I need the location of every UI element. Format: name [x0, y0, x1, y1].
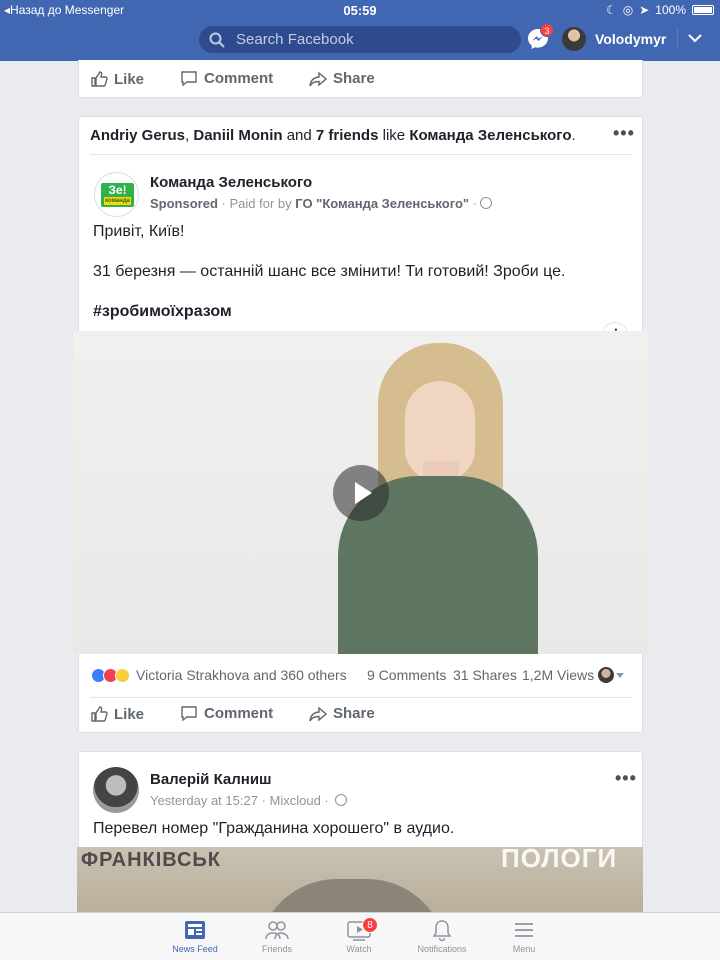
- friends-icon: [242, 919, 312, 941]
- social-context-text: .: [571, 127, 576, 144]
- play-icon[interactable]: [333, 465, 389, 521]
- action-row: Like Comment Share: [79, 697, 642, 733]
- messenger-badge: 3: [540, 23, 554, 37]
- bell-icon: [407, 919, 477, 942]
- avatar[interactable]: [93, 767, 139, 813]
- more-options-icon[interactable]: •••: [613, 123, 635, 144]
- tab-news-feed[interactable]: News Feed: [160, 919, 230, 954]
- comment-button[interactable]: Comment: [180, 705, 273, 722]
- friends-link[interactable]: 7 friends: [316, 127, 379, 144]
- logo-subtext: команда: [104, 197, 131, 205]
- tab-label: Watch: [346, 944, 372, 954]
- post-text-line: 31 березня — останній шанс все змінити! …: [93, 263, 566, 280]
- thumbs-up-icon: [91, 71, 108, 87]
- post-meta: Yesterday at 15:27 · Mixcloud ·: [150, 793, 348, 808]
- social-context-text: and: [286, 127, 312, 144]
- watch-icon: [324, 919, 394, 941]
- chevron-down-icon[interactable]: [688, 33, 702, 43]
- moon-icon: ☾: [605, 3, 617, 17]
- payer-link[interactable]: ГО "Команда Зеленського": [295, 196, 469, 211]
- share-icon: [309, 70, 327, 87]
- video-player[interactable]: [73, 331, 648, 654]
- page-name-link[interactable]: Команда Зеленського: [150, 174, 312, 191]
- friend-link[interactable]: Andriy Gerus: [90, 127, 185, 144]
- logo-text: Зе!: [108, 183, 127, 197]
- divider: [677, 28, 678, 50]
- like-button[interactable]: Like: [90, 70, 144, 88]
- social-context: Andriy Gerus, Daniil Monin and 7 friends…: [90, 127, 576, 144]
- tab-notifications[interactable]: Notifications: [407, 919, 477, 954]
- friend-link[interactable]: Daniil Monin: [193, 127, 282, 144]
- news-feed-icon: [160, 919, 230, 941]
- page-link[interactable]: Команда Зеленського: [409, 127, 571, 144]
- like-label: Like: [114, 70, 145, 88]
- status-icons: ☾ ◎ ➤ 100%: [606, 3, 714, 17]
- reactions-summary[interactable]: Victoria Strakhova and 360 others: [91, 667, 347, 683]
- avatar[interactable]: [598, 667, 614, 683]
- sponsored-label: Sponsored: [150, 196, 218, 211]
- top-bar: ◂Назад до Messenger 05:59 ☾ ◎ ➤ 100% Sea…: [0, 0, 720, 61]
- photo-text: ФРАНКІВСЬК: [81, 849, 222, 871]
- search-placeholder: Search Facebook: [236, 31, 354, 48]
- sponsored-line: Sponsored · Paid for by ГО "Команда Зеле…: [150, 196, 493, 211]
- share-icon: [309, 705, 327, 722]
- more-options-icon[interactable]: •••: [615, 768, 637, 789]
- share-label: Share: [333, 70, 375, 87]
- search-icon: [209, 32, 225, 48]
- profile-link[interactable]: Volodymyr: [595, 31, 666, 47]
- location-icon: ➤: [639, 3, 650, 17]
- comment-label: Comment: [204, 70, 274, 87]
- chevron-down-icon[interactable]: [616, 673, 624, 678]
- author-name-link[interactable]: Валерій Калниш: [150, 771, 272, 788]
- tab-watch[interactable]: Watch: [324, 919, 394, 954]
- shares-count-link[interactable]: 31 Shares: [453, 667, 517, 683]
- social-context-text: like: [382, 127, 406, 144]
- battery-percent: 100%: [655, 3, 686, 17]
- like-button[interactable]: Like: [90, 705, 144, 723]
- comments-count-link[interactable]: 9 Comments: [367, 667, 446, 683]
- tab-label: Notifications: [417, 944, 467, 954]
- tab-friends[interactable]: Friends: [242, 919, 312, 954]
- globe-icon: [480, 197, 493, 209]
- haha-reaction-icon: [115, 667, 130, 683]
- post-text-line: Привіт, Київ!: [93, 223, 185, 240]
- tab-menu[interactable]: Menu: [489, 919, 559, 954]
- rotation-lock-icon: ◎: [622, 3, 634, 17]
- action-row: Like Comment Share: [79, 60, 642, 96]
- comment-label: Comment: [204, 705, 274, 722]
- divider: [90, 154, 631, 155]
- comment-button[interactable]: Comment: [180, 70, 273, 87]
- share-button[interactable]: Share: [309, 70, 375, 87]
- comment-icon: [181, 706, 197, 722]
- comment-icon: [181, 71, 197, 87]
- globe-icon: [335, 794, 348, 806]
- search-bar[interactable]: Search Facebook: [199, 26, 521, 53]
- post-text: Перевел номер "Гражданина хорошего" в ау…: [93, 820, 455, 837]
- hamburger-menu-icon: [489, 919, 559, 941]
- timestamp-link[interactable]: Yesterday at 15:27: [150, 793, 258, 808]
- thumbs-up-icon: [91, 706, 108, 722]
- battery-icon: [692, 5, 714, 15]
- hashtag-link[interactable]: #зробимоїхразом: [93, 303, 232, 321]
- watch-badge: 8: [362, 917, 378, 933]
- post-photo[interactable]: ФРАНКІВСЬК ПОЛОГИ: [77, 847, 643, 917]
- tab-label: Menu: [512, 944, 536, 954]
- status-bar: ◂Назад до Messenger 05:59 ☾ ◎ ➤ 100%: [0, 0, 720, 20]
- bottom-tab-bar: News Feed Friends Watch Notifications Me…: [0, 912, 720, 960]
- reactions-text: Victoria Strakhova and 360 others: [136, 667, 347, 683]
- views-count: 1,2M Views: [522, 667, 595, 683]
- previous-post-card: Like Comment Share: [78, 60, 643, 98]
- tab-label: Friends: [261, 944, 292, 954]
- paid-for-label: · Paid for by: [221, 196, 292, 211]
- logo-badge: Зе! команда: [101, 183, 134, 207]
- tab-label: News Feed: [172, 944, 218, 954]
- source-label: · Mixcloud ·: [261, 793, 329, 808]
- photo-text: ПОЛОГИ: [501, 847, 618, 873]
- separator: ·: [472, 196, 478, 211]
- page-logo[interactable]: Зе! команда: [94, 172, 139, 217]
- avatar[interactable]: [562, 27, 586, 51]
- share-label: Share: [333, 705, 375, 722]
- like-label: Like: [114, 705, 145, 723]
- share-button[interactable]: Share: [309, 705, 375, 722]
